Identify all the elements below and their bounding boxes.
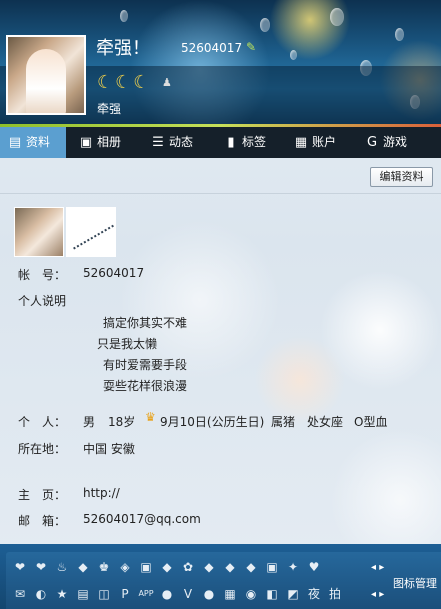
tab-label: 动态 <box>169 135 194 149</box>
service-icon[interactable]: ❤ <box>33 559 49 575</box>
description-line: 有时爱需要手段 <box>103 358 188 372</box>
feed-icon: ☰ <box>152 135 164 150</box>
service-icon[interactable]: ▤ <box>75 586 91 602</box>
service-icon[interactable]: ▦ <box>222 586 238 602</box>
scroll-arrows-icon[interactable]: ◂ ▸ <box>371 589 384 600</box>
service-icon[interactable]: ▣ <box>264 559 280 575</box>
constellation: 处女座 <box>307 415 344 429</box>
age: 18岁 <box>108 415 136 429</box>
account-value: 52604017 <box>83 266 145 280</box>
service-icon[interactable]: ◆ <box>159 559 175 575</box>
raindrop <box>330 8 344 26</box>
profile-header: 牵强！ 52604017 ✎ ☾☾☾ ♟ 牵强 <box>0 0 441 127</box>
service-icon[interactable]: ◆ <box>222 559 238 575</box>
email-label: 邮 箱： <box>18 514 67 528</box>
service-icon[interactable]: ● <box>159 586 175 602</box>
icon-row: ✉ ◐ ★ ▤ ◫ P APP ● V ● ▦ ◉ ◧ ◩ 夜拍 <box>12 586 343 606</box>
service-icon[interactable]: ◧ <box>264 586 280 602</box>
service-icon[interactable]: ◫ <box>96 586 112 602</box>
service-icon[interactable]: ◆ <box>201 559 217 575</box>
raindrop <box>395 28 404 41</box>
level-badge-icon: ♟ <box>162 76 172 89</box>
service-icon[interactable]: APP <box>138 586 154 602</box>
description-line: 搞定你其实不难 <box>103 316 188 330</box>
homepage-label: 主 页： <box>18 488 67 502</box>
blood-type: O型血 <box>354 415 388 429</box>
id-card-icon: ▤ <box>8 135 22 150</box>
icon-manage-link[interactable]: 图标管理 <box>393 575 437 591</box>
icon-row: ❤ ❤ ♨ ◆ ♚ ◈ ▣ ◆ ✿ ◆ ◆ ◆ ▣ ✦ ♥ <box>12 559 322 579</box>
photo-thumbnail[interactable] <box>14 207 64 257</box>
scroll-arrows-icon[interactable]: ◂ ▸ <box>371 562 384 573</box>
service-icon[interactable]: ▣ <box>138 559 154 575</box>
service-icon[interactable]: ◉ <box>243 586 259 602</box>
service-icon[interactable]: ♥ <box>306 559 322 575</box>
service-icon[interactable]: ◐ <box>33 586 49 602</box>
service-icon[interactable]: ✿ <box>180 559 196 575</box>
service-icon[interactable]: ✦ <box>285 559 301 575</box>
personal-label: 个 人： <box>18 415 67 429</box>
raindrop <box>260 18 270 32</box>
signature: 牵强 <box>97 102 122 116</box>
wallet-icon: ▦ <box>294 135 308 150</box>
game-icon: G <box>366 135 378 150</box>
photo-album-icon: ▣ <box>79 135 93 150</box>
edit-pen-icon[interactable]: ✎ <box>246 40 256 54</box>
nickname: 牵强！ <box>96 38 150 59</box>
tab-label: 账户 <box>312 135 337 149</box>
tab-label: 相册 <box>97 135 122 149</box>
description-line: 只是我太懒 <box>97 337 158 351</box>
account-label: 帐 号： <box>18 268 67 282</box>
gender: 男 <box>83 415 96 429</box>
level-moon-icon: ☾☾☾ <box>97 72 152 93</box>
edit-profile-button[interactable]: 编辑资料 <box>370 167 433 187</box>
content-divider <box>0 193 441 194</box>
service-icon[interactable]: V <box>180 586 196 602</box>
description-line: 耍些花样很浪漫 <box>103 379 188 393</box>
tab-profile[interactable]: ▤ 资料 <box>0 127 66 158</box>
qq-number: 52604017 <box>181 41 243 55</box>
service-icon[interactable]: ❤ <box>12 559 28 575</box>
zodiac: 属猪 <box>271 415 296 429</box>
tab-bar: ▤ 资料 ▣ 相册 ☰ 动态 ▮ 标签 ▦ 账户 G 游戏 <box>0 127 441 158</box>
description-label: 个人说明 <box>18 294 67 308</box>
homepage-link[interactable]: http:// <box>83 486 120 500</box>
avatar[interactable] <box>6 35 86 115</box>
location-label: 所在地： <box>18 442 67 456</box>
crown-icon: ♛ <box>145 410 156 424</box>
service-icon[interactable]: ◈ <box>117 559 133 575</box>
email-value[interactable]: 52604017@qq.com <box>83 512 201 526</box>
tab-account[interactable]: ▦ 账户 <box>294 127 336 158</box>
service-icon[interactable]: ◩ <box>285 586 301 602</box>
service-icon[interactable]: 夜 <box>306 586 322 602</box>
service-icon[interactable]: 拍 <box>327 586 343 602</box>
service-icon[interactable]: ◆ <box>243 559 259 575</box>
tab-tags[interactable]: ▮ 标签 <box>224 127 266 158</box>
tab-label: 标签 <box>242 135 267 149</box>
service-icon[interactable]: ♨ <box>54 559 70 575</box>
tab-games[interactable]: G 游戏 <box>365 127 407 158</box>
tab-label: 游戏 <box>383 135 408 149</box>
photo-thumbnail[interactable] <box>66 207 116 257</box>
raindrop <box>290 50 297 60</box>
service-icon[interactable]: ✉ <box>12 586 28 602</box>
service-icon[interactable]: ◆ <box>75 559 91 575</box>
birthday: 9月10日(公历生日) <box>160 415 265 429</box>
bookmark-icon: ▮ <box>227 135 235 150</box>
tab-feed[interactable]: ☰ 动态 <box>151 127 193 158</box>
raindrop <box>120 10 128 22</box>
location-value: 中国 安徽 <box>83 442 135 456</box>
service-icon[interactable]: ★ <box>54 586 70 602</box>
service-icon[interactable]: P <box>117 586 133 602</box>
service-icon[interactable]: ● <box>201 586 217 602</box>
service-icon[interactable]: ♚ <box>96 559 112 575</box>
tab-label: 资料 <box>26 135 51 149</box>
tab-album[interactable]: ▣ 相册 <box>79 127 121 158</box>
